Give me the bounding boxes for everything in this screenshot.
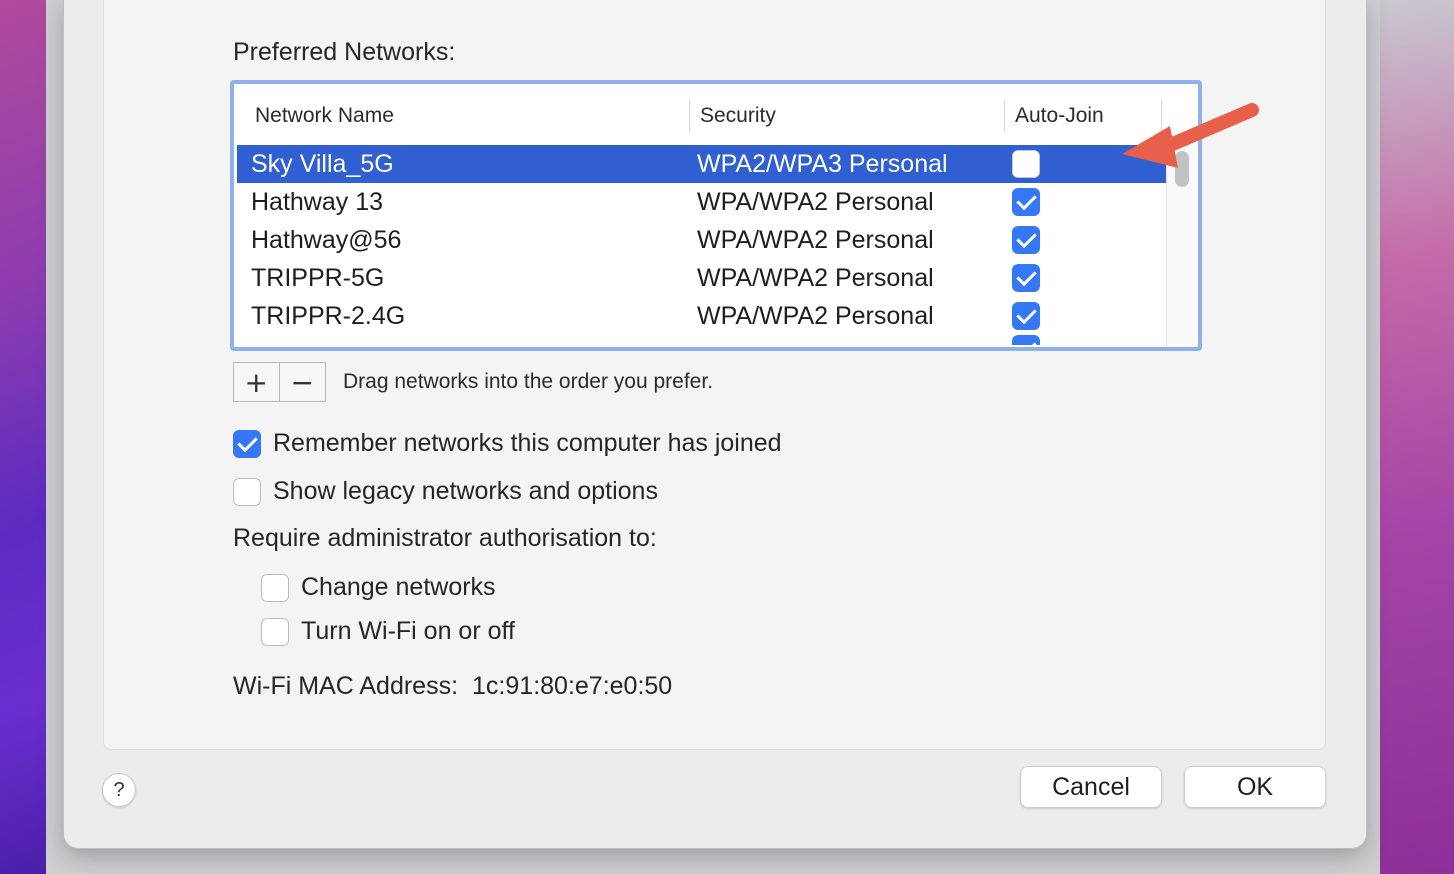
table-row[interactable]: TRIPPR-5G WPA/WPA2 Personal (237, 259, 1166, 297)
toggle-wifi-label: Turn Wi-Fi on or off (301, 617, 515, 645)
remove-network-button[interactable]: − (280, 363, 326, 401)
network-security: WPA/WPA2 Personal (697, 264, 934, 292)
table-row[interactable]: Hathway 13 WPA/WPA2 Personal (237, 183, 1166, 221)
network-name: Hathway 13 (251, 188, 384, 216)
red-arrow-icon (1122, 103, 1259, 168)
add-network-button[interactable]: + (234, 363, 280, 401)
network-security: WPA/WPA2 Personal (697, 188, 934, 216)
desktop-wallpaper-right (1380, 0, 1454, 874)
change-networks-checkbox[interactable] (261, 573, 289, 602)
column-auto-join[interactable]: Auto-Join (1015, 104, 1104, 128)
table-row[interactable]: TRIPPR-2.4G WPA/WPA2 Personal (237, 297, 1166, 335)
auto-join-checkbox[interactable] (1012, 188, 1040, 216)
preferred-networks-title: Preferred Networks: (233, 38, 456, 66)
column-network-name[interactable]: Network Name (255, 104, 394, 128)
drag-hint-text: Drag networks into the order you prefer. (343, 370, 714, 393)
change-networks-option[interactable]: Change networks (261, 573, 496, 602)
network-name: TRIPPR-5G (251, 264, 385, 292)
mac-address-value: 1c:91:80:e7:e0:50 (472, 672, 673, 700)
network-security: WPA2/WPA3 Personal (697, 150, 948, 178)
network-name: TRIPPR-2.4G (251, 302, 406, 330)
network-security: WPA/WPA2 Personal (697, 226, 934, 254)
network-name: Sky Villa_5G (251, 150, 394, 178)
wifi-settings-sheet: Preferred Networks: Network Name Securit… (64, 0, 1366, 848)
ok-button[interactable]: OK (1184, 766, 1326, 808)
remember-networks-label: Remember networks this computer has join… (273, 429, 782, 457)
auto-join-checkbox[interactable] (1012, 335, 1040, 345)
auto-join-checkbox[interactable] (1012, 150, 1040, 178)
table-row-cutoff[interactable] (237, 335, 1166, 345)
table-row[interactable]: Hathway@56 WPA/WPA2 Personal (237, 221, 1166, 259)
cancel-button[interactable]: Cancel (1020, 766, 1162, 808)
column-separator (1004, 100, 1005, 132)
column-security[interactable]: Security (700, 104, 776, 128)
remember-networks-checkbox[interactable] (233, 429, 261, 458)
auto-join-checkbox[interactable] (1012, 226, 1040, 254)
toggle-wifi-option[interactable]: Turn Wi-Fi on or off (261, 617, 515, 646)
mac-address: Wi-Fi MAC Address: 1c:91:80:e7:e0:50 (233, 672, 672, 701)
auto-join-checkbox[interactable] (1012, 302, 1040, 330)
network-security: WPA/WPA2 Personal (697, 302, 934, 330)
desktop-wallpaper-left (0, 0, 46, 874)
legacy-networks-label: Show legacy networks and options (273, 477, 658, 505)
remember-networks-option[interactable]: Remember networks this computer has join… (233, 429, 782, 458)
table-rows: Sky Villa_5G WPA2/WPA3 Personal Hathway … (237, 145, 1166, 345)
preferred-networks-table[interactable]: Network Name Security Auto-Join Sky Vill… (230, 80, 1202, 351)
legacy-networks-option[interactable]: Show legacy networks and options (233, 477, 658, 506)
legacy-networks-checkbox[interactable] (233, 477, 261, 506)
list-add-remove-control: + − (233, 362, 326, 402)
network-name: Hathway@56 (251, 226, 402, 254)
admin-auth-heading: Require administrator authorisation to: (233, 524, 657, 552)
toggle-wifi-checkbox[interactable] (261, 617, 289, 646)
mac-address-label: Wi-Fi MAC Address: (233, 672, 459, 700)
auto-join-checkbox[interactable] (1012, 264, 1040, 292)
change-networks-label: Change networks (301, 573, 496, 601)
table-header: Network Name Security Auto-Join (234, 84, 1198, 144)
help-button[interactable]: ? (102, 773, 136, 807)
table-row[interactable]: Sky Villa_5G WPA2/WPA3 Personal (237, 145, 1166, 183)
column-separator (689, 100, 690, 132)
